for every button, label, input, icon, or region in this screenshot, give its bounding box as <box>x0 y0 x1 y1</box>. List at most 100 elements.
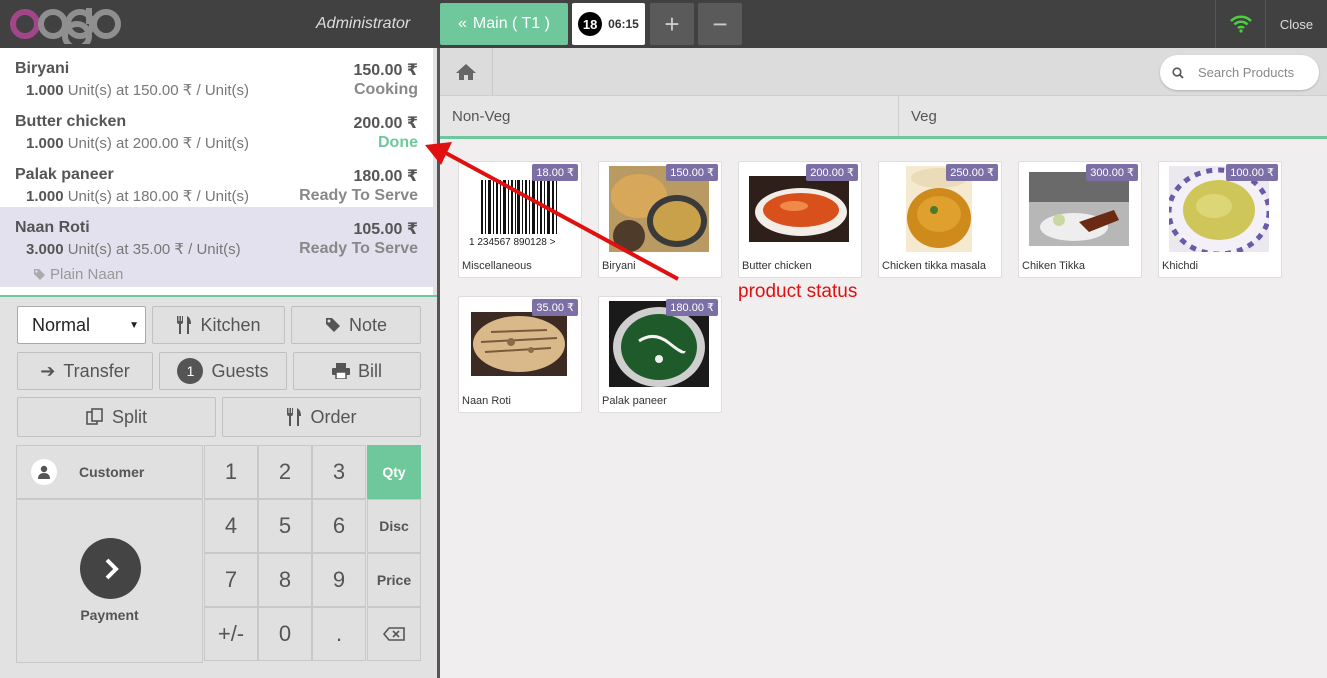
product-card[interactable]: 200.00 ₹ Butter chicken <box>738 161 862 278</box>
backspace-icon <box>383 627 405 641</box>
home-category-button[interactable] <box>440 48 493 96</box>
numpad-key-9[interactable]: 9 <box>312 553 366 607</box>
numpad-key-dot[interactable]: . <box>312 607 366 661</box>
numpad-key-2[interactable]: 2 <box>258 445 312 499</box>
orderline-unit-info: Unit(s) at 180.00 ₹ / Unit(s) <box>67 188 249 205</box>
wifi-icon <box>1229 15 1252 33</box>
orderline[interactable]: Palak paneer 180.00 ₹ 1.000 Unit(s) at 1… <box>0 154 433 207</box>
orderline[interactable]: Butter chicken 200.00 ₹ 1.000 Unit(s) at… <box>0 101 433 154</box>
numpad-key-3[interactable]: 3 <box>312 445 366 499</box>
bill-button-label: Bill <box>357 360 382 381</box>
product-name: Palak paneer <box>602 395 667 407</box>
priority-select[interactable]: Normal ▼ <box>17 306 146 344</box>
note-button-label: Note <box>348 314 388 335</box>
product-card[interactable]: 180.00 ₹ Palak paneer <box>598 296 722 413</box>
breadcrumb-bar: Search Products <box>440 48 1327 96</box>
tag-icon <box>34 269 45 280</box>
product-card[interactable]: 300.00 ₹ Chiken Tikka <box>1018 161 1142 278</box>
numpad-key-0[interactable]: 0 <box>258 607 312 661</box>
search-input[interactable]: Search Products <box>1198 65 1294 80</box>
orderline-note-text: Plain Naan <box>50 266 124 283</box>
search-box[interactable]: Search Products <box>1160 55 1319 90</box>
backspace-button[interactable] <box>367 607 421 661</box>
numpad-key-4[interactable]: 4 <box>204 499 258 553</box>
top-bar: Administrator « Main ( T1 ) 18 06:15 + −… <box>0 0 1327 48</box>
split-button-label: Split <box>111 406 147 427</box>
product-name: Miscellaneous <box>462 260 532 272</box>
product-name: Chicken tikka masala <box>882 260 986 272</box>
orderline-selected[interactable]: Naan Roti 105.00 ₹ 3.000 Unit(s) at 35.0… <box>0 207 433 287</box>
barcode-digits: 1 234567 890128 > <box>469 237 556 248</box>
product-card[interactable]: 150.00 ₹ Biryani <box>598 161 722 278</box>
orderline-status: Cooking <box>354 81 418 98</box>
payment-button-label: Payment <box>80 607 139 623</box>
product-name: Khichdi <box>1162 260 1199 272</box>
minus-icon: − <box>712 8 728 39</box>
orderline-unit-info: Unit(s) at 150.00 ₹ / Unit(s) <box>67 82 249 99</box>
orderline-info: 1.000 Unit(s) at 200.00 ₹ / Unit(s) <box>26 134 249 152</box>
orderlines-list: Biryani 150.00 ₹ 1.000 Unit(s) at 150.00… <box>0 48 433 295</box>
remove-order-button[interactable]: − <box>698 3 742 45</box>
category-veg[interactable]: Veg <box>899 96 1327 136</box>
orderline-info: 1.000 Unit(s) at 180.00 ₹ / Unit(s) <box>26 187 249 205</box>
mode-disc-button[interactable]: Disc <box>367 499 421 553</box>
orderline-product: Naan Roti <box>15 219 90 236</box>
order-time: 06:15 <box>608 17 639 31</box>
product-card[interactable]: 35.00 ₹ Naan Roti <box>458 296 582 413</box>
split-button[interactable]: Split <box>17 397 216 437</box>
annotation-label: product status <box>738 281 858 302</box>
mode-price-button[interactable]: Price <box>367 553 421 607</box>
orderline-product: Palak paneer <box>15 166 114 183</box>
product-price-tag: 150.00 ₹ <box>666 164 718 181</box>
product-card[interactable]: 1 234567 890128 > 18.00 ₹ Miscellaneous <box>458 161 582 278</box>
numpad-key-7[interactable]: 7 <box>204 553 258 607</box>
tab-main-floor[interactable]: « Main ( T1 ) <box>440 3 568 45</box>
caret-down-icon: ▼ <box>129 320 139 331</box>
product-card[interactable]: 100.00 ₹ Khichdi <box>1158 161 1282 278</box>
utensils-icon <box>177 316 192 334</box>
add-order-button[interactable]: + <box>650 3 694 45</box>
bill-button[interactable]: Bill <box>293 352 421 390</box>
order-number-badge: 18 <box>578 12 603 36</box>
numpad-key-5[interactable]: 5 <box>258 499 312 553</box>
wifi-status[interactable] <box>1215 0 1265 48</box>
product-price-tag: 18.00 ₹ <box>532 164 578 181</box>
numpad-key-1[interactable]: 1 <box>204 445 258 499</box>
category-non-veg[interactable]: Non-Veg <box>440 96 899 136</box>
orderline-product: Butter chicken <box>15 113 127 130</box>
orderline-qty: 3.000 <box>26 241 64 258</box>
orderline-status: Ready To Serve <box>299 187 418 204</box>
product-screen: Search Products Non-Veg Veg 1 234567 890… <box>440 48 1327 678</box>
mode-qty-button[interactable]: Qty <box>367 445 421 499</box>
customer-button[interactable]: Customer <box>16 445 203 499</box>
product-price-tag: 200.00 ₹ <box>806 164 858 181</box>
transfer-button[interactable]: ➔ Transfer <box>17 352 153 390</box>
note-button[interactable]: Note <box>291 306 421 344</box>
product-price-tag: 300.00 ₹ <box>1086 164 1138 181</box>
tab-order[interactable]: 18 06:15 <box>572 3 645 45</box>
numpad-key-sign[interactable]: +/- <box>204 607 258 661</box>
orderline-info: 1.000 Unit(s) at 150.00 ₹ / Unit(s) <box>26 81 249 99</box>
orderline-qty: 1.000 <box>26 82 64 99</box>
close-button[interactable]: Close <box>1265 0 1327 48</box>
product-card[interactable]: 250.00 ₹ Chicken tikka masala <box>878 161 1002 278</box>
orderline-price: 180.00 ₹ <box>353 168 418 185</box>
numpad-key-6[interactable]: 6 <box>312 499 366 553</box>
numpad-key-8[interactable]: 8 <box>258 553 312 607</box>
kitchen-button[interactable]: Kitchen <box>152 306 285 344</box>
customer-button-label: Customer <box>79 464 145 480</box>
copy-icon <box>86 408 103 425</box>
product-price-tag: 250.00 ₹ <box>946 164 998 181</box>
orderlines-separator <box>0 295 437 297</box>
order-button[interactable]: Order <box>222 397 421 437</box>
guests-button[interactable]: 1 Guests <box>159 352 287 390</box>
product-name: Chiken Tikka <box>1022 260 1085 272</box>
orderline-qty: 1.000 <box>26 135 64 152</box>
orderline-status: Ready To Serve <box>299 240 418 257</box>
printer-icon <box>331 363 350 379</box>
payment-button[interactable]: Payment <box>16 499 203 663</box>
double-chevron-left-icon: « <box>458 15 467 32</box>
orderline[interactable]: Biryani 150.00 ₹ 1.000 Unit(s) at 150.00… <box>0 48 433 101</box>
username[interactable]: Administrator <box>316 15 410 33</box>
product-name: Biryani <box>602 260 636 272</box>
